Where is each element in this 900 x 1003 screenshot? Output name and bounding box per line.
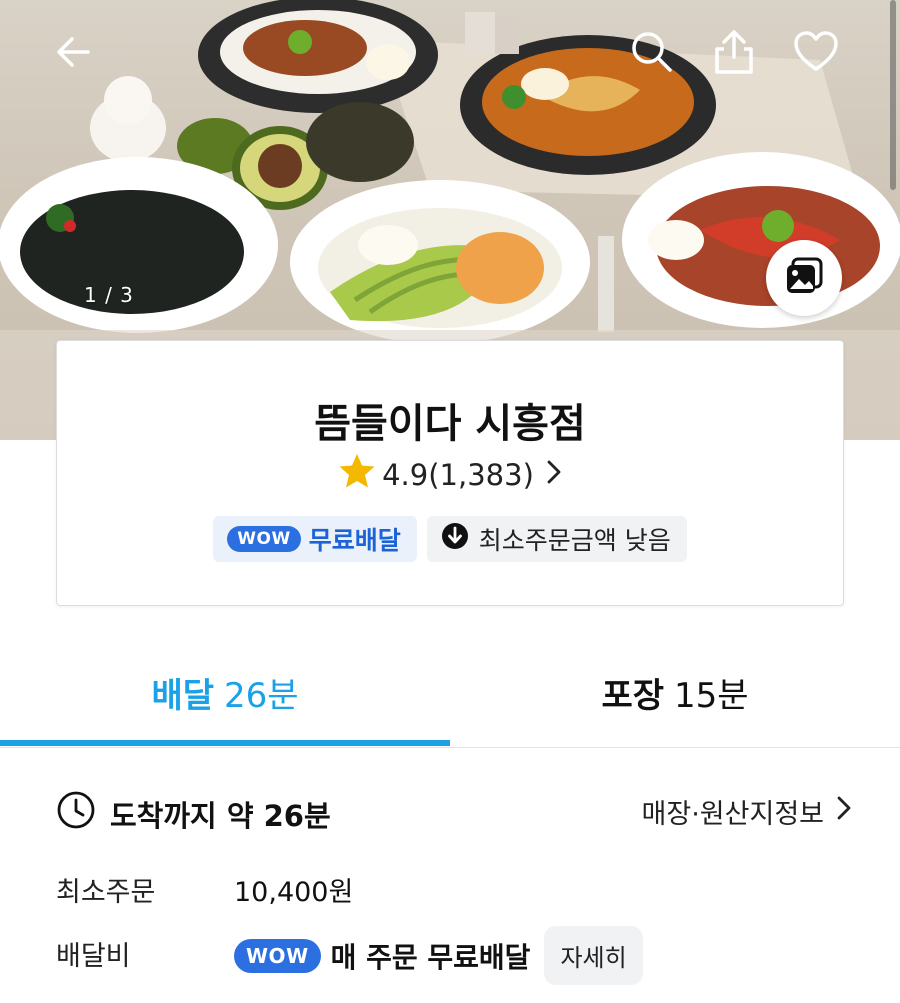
star-icon <box>338 453 376 496</box>
share-icon <box>712 29 756 79</box>
favorite-button[interactable] <box>788 26 844 82</box>
share-button[interactable] <box>706 26 762 82</box>
tab-delivery-label: 배달 <box>151 675 214 716</box>
delivery-fee-text: 매 주문 무료배달 <box>330 940 531 974</box>
tab-pickup-time: 15분 <box>674 675 749 716</box>
free-delivery-badge[interactable]: WOW 무료배달 <box>213 516 417 562</box>
tab-delivery[interactable]: 배달 26분 <box>0 640 450 744</box>
store-origin-info-link[interactable]: 매장·원산지정보 <box>642 792 852 831</box>
scrollbar[interactable] <box>890 0 896 190</box>
min-order-label: 최소주문 <box>56 877 156 908</box>
delivery-fee-label: 배달비 <box>56 941 131 972</box>
image-counter: 1 / 3 <box>84 283 134 307</box>
search-icon <box>630 30 674 78</box>
store-name: 뜸들이다 시흥점 <box>314 401 586 447</box>
rating-link[interactable]: 4.9 (1,383) <box>57 453 843 496</box>
tab-pickup[interactable]: 포장 15분 <box>450 640 900 744</box>
arrow-left-icon <box>54 32 94 76</box>
tab-pickup-label: 포장 <box>601 675 664 716</box>
clock-icon <box>56 790 96 837</box>
wow-badge: WOW <box>227 526 301 552</box>
fee-detail-button[interactable]: 자세히 <box>544 926 643 985</box>
heart-icon <box>793 31 839 77</box>
badge-row: WOW 무료배달 최소주문금액 낮음 <box>57 516 843 562</box>
chevron-right-icon <box>546 458 562 492</box>
store-info-card: 뜸들이다 시흥점 4.9 (1,383) WOW 무료배달 최소주문금액 낮음 <box>56 340 844 606</box>
photo-gallery-icon <box>784 256 824 300</box>
review-count: (1,383) <box>428 457 534 492</box>
photo-gallery-button[interactable] <box>766 240 842 316</box>
back-button[interactable] <box>46 26 102 82</box>
active-tab-indicator <box>0 740 450 746</box>
wow-badge: WOW <box>234 938 321 973</box>
min-order-value: 10,400원 <box>234 877 354 908</box>
arrow-down-circle-icon <box>441 522 469 556</box>
low-min-order-badge[interactable]: 최소주문금액 낮음 <box>426 516 687 562</box>
chevron-right-icon <box>836 795 852 828</box>
rating-value: 4.9 <box>382 457 429 492</box>
origin-link-label: 매장·원산지정보 <box>641 799 824 830</box>
arrival-text: 도착까지 약 26분 <box>110 798 331 833</box>
low-min-order-label: 최소주문금액 낮음 <box>478 526 671 555</box>
search-button[interactable] <box>624 26 680 82</box>
arrival-time: 도착까지 약 26분 <box>56 790 331 837</box>
tab-delivery-time: 26분 <box>224 675 299 716</box>
order-type-tabs: 배달 26분 포장 15분 <box>0 640 900 748</box>
delivery-fee-row: WOW 매 주문 무료배달 자세히 <box>234 926 643 985</box>
free-delivery-label: 무료배달 <box>308 526 401 555</box>
